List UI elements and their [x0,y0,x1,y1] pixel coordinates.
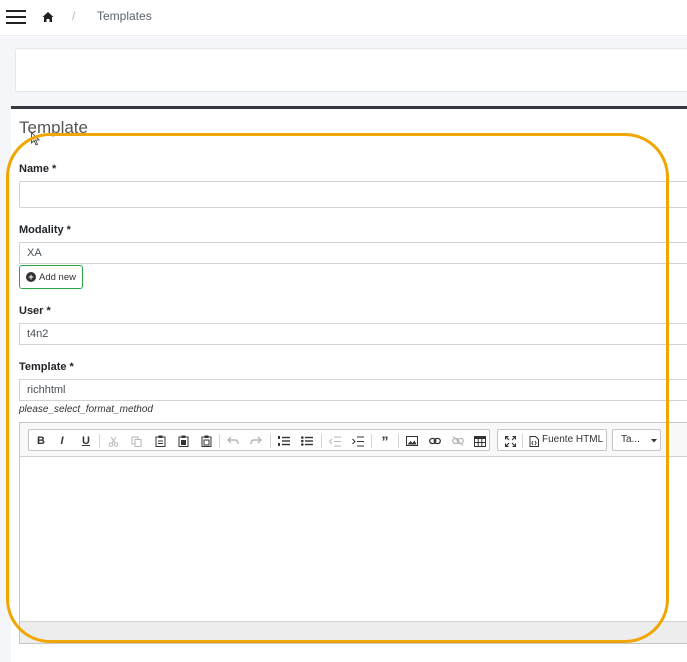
template-select[interactable]: richhtml [19,379,687,401]
add-modality-button[interactable]: + Add new [19,265,83,289]
source-html-button[interactable]: Fuente HTML [542,434,603,445]
name-label: Name * [19,163,57,175]
plus-circle-icon: + [26,272,36,282]
top-navbar: / Templates [0,0,687,36]
numbered-list-icon[interactable] [276,433,292,449]
caret-down-icon [651,439,657,443]
paste-text-icon[interactable] [175,433,191,449]
toolbar-group-format: B I U ” [28,429,490,451]
bold-button[interactable]: B [33,433,49,449]
unlink-icon[interactable] [450,433,466,449]
copy-icon[interactable] [128,433,144,449]
hamburger-menu-icon[interactable] [6,10,26,25]
source-code-icon[interactable] [526,433,542,449]
blockquote-icon[interactable]: ” [377,433,393,449]
user-select[interactable]: t4n2 [19,323,687,345]
image-icon[interactable] [404,433,420,449]
toolbar-group-view: Fuente HTML [497,429,607,451]
italic-button[interactable]: I [54,433,70,449]
paste-word-icon[interactable] [198,433,214,449]
modality-label: Modality * [19,224,71,236]
maximize-icon[interactable] [502,433,518,449]
table-icon[interactable] [472,433,488,449]
decrease-indent-icon[interactable] [327,433,343,449]
breadcrumb-current: Templates [97,9,152,23]
format-method-hint: please_select_format_method [19,404,153,415]
rich-text-editor: B I U ” Fuente HTML Ta... [19,422,687,644]
link-icon[interactable] [427,433,443,449]
home-icon[interactable] [42,11,54,23]
redo-icon[interactable] [248,433,264,449]
editor-status-bar [20,621,687,643]
breadcrumb-separator: / [72,9,76,23]
editor-toolbar: B I U ” Fuente HTML Ta... [20,423,687,457]
underline-button[interactable]: U [78,433,94,449]
name-input[interactable] [19,181,687,208]
card-title: Template [19,118,88,137]
table-dropdown[interactable]: Ta... [612,429,661,451]
bulleted-list-icon[interactable] [299,433,315,449]
table-dropdown-label: Ta... [621,434,640,445]
paste-icon[interactable] [152,433,168,449]
cut-icon[interactable] [105,433,121,449]
increase-indent-icon[interactable] [350,433,366,449]
template-label: Template * [19,361,74,373]
mouse-cursor-icon [31,132,40,146]
empty-card [15,48,687,92]
undo-icon[interactable] [225,433,241,449]
modality-select[interactable]: XA [19,242,687,264]
user-label: User * [19,305,51,317]
add-modality-label: Add new [39,271,76,283]
